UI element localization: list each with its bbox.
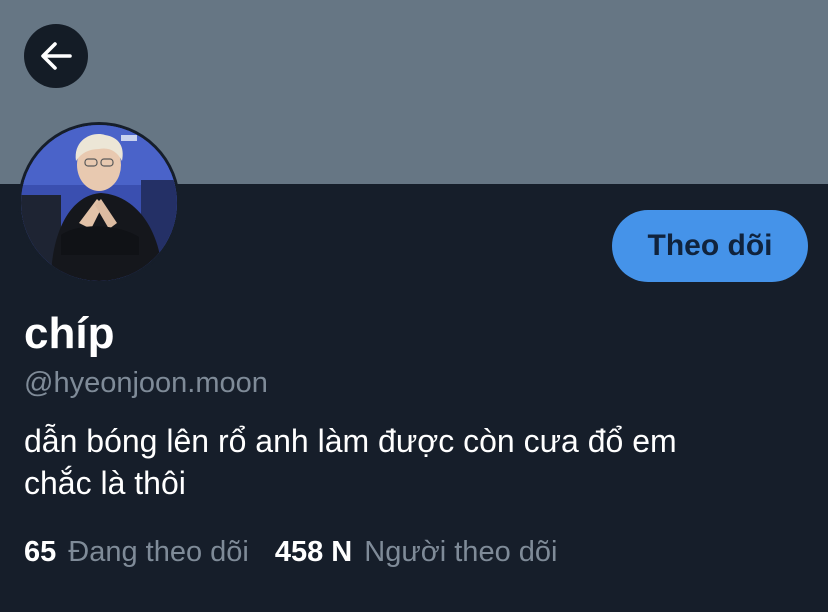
username-handle: @hyeonjoon.moon <box>24 367 268 399</box>
followers-label: Người theo dõi <box>364 536 558 568</box>
following-label: Đang theo dõi <box>68 536 249 568</box>
following-count: 65 <box>24 536 57 568</box>
profile-page: Theo dõi chíp @hyeonjoon.moon dẫn bóng l… <box>0 0 828 612</box>
bio-line: dẫn bóng lên rổ anh làm được còn cưa đổ … <box>24 423 677 459</box>
following-stat[interactable]: 65 Đang theo dõi <box>24 534 249 570</box>
profile-stats: 65 Đang theo dõi 458 N Người theo dõi <box>24 534 557 570</box>
back-button[interactable] <box>24 24 88 88</box>
display-name: chíp <box>24 309 115 358</box>
bio-line: chắc là thôi <box>24 465 186 501</box>
follow-button[interactable]: Theo dõi <box>612 210 808 282</box>
followers-stat[interactable]: 458 N Người theo dõi <box>275 534 558 570</box>
avatar[interactable] <box>18 122 180 284</box>
followers-count: 458 N <box>274 536 353 568</box>
profile-bio: dẫn bóng lên rổ anh làm được còn cưa đổ … <box>24 420 814 504</box>
profile-photo <box>21 125 177 281</box>
arrow-left-icon <box>41 42 72 70</box>
